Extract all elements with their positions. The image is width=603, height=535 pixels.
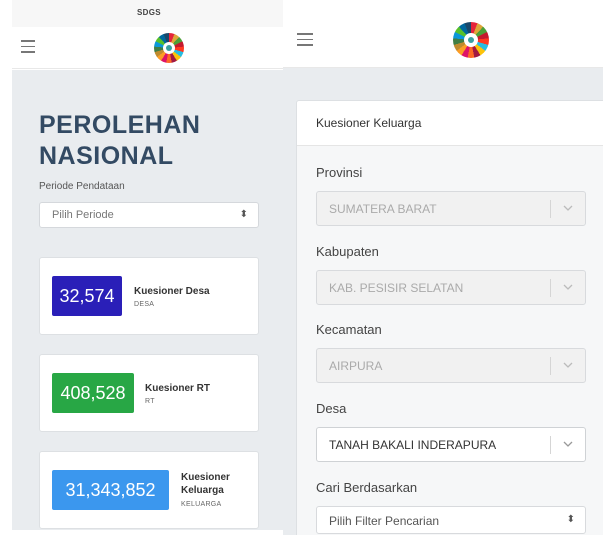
top-strip: SDGS: [12, 0, 283, 27]
periode-select-value: Pilih Periode: [52, 209, 114, 221]
header-right: [283, 10, 603, 68]
select-divider: [550, 357, 551, 375]
page: SDGS PEROLEHAN NASIONAL Periode Pendataa…: [0, 0, 603, 535]
select-divider: [550, 436, 551, 454]
stat-value-desa: 32,574: [52, 276, 122, 316]
provinsi-select[interactable]: SUMATERA BARAT: [316, 191, 586, 226]
chevron-down-icon: [563, 284, 573, 290]
provinsi-label: Provinsi: [316, 165, 363, 180]
chevron-down-icon: [563, 441, 573, 447]
form-body: Kuesioner Keluarga Provinsi SUMATERA BAR…: [283, 68, 603, 535]
stat-label-keluarga: Kuesioner Keluarga: [181, 472, 230, 496]
top-strip-right: [283, 0, 603, 10]
sdgs-logo[interactable]: [154, 33, 184, 63]
sdgs-label: SDGS: [137, 8, 161, 17]
sort-arrows-icon: ⬍: [239, 209, 248, 220]
stat-value-rt: 408,528: [52, 373, 134, 413]
stat-sub-keluarga: KELUARGA: [181, 501, 222, 508]
stat-value-keluarga: 31,343,852: [52, 470, 169, 510]
right-panel: Kuesioner Keluarga Provinsi SUMATERA BAR…: [283, 0, 603, 535]
left-panel: SDGS PEROLEHAN NASIONAL Periode Pendataa…: [12, 0, 283, 535]
filter-form: Provinsi SUMATERA BARAT Kabupaten KAB. P…: [297, 146, 603, 535]
kabupaten-select[interactable]: KAB. PESISIR SELATAN: [316, 270, 586, 305]
filter-pencarian-value: Pilih Filter Pencarian: [329, 514, 440, 528]
card-title: Kuesioner Keluarga: [297, 101, 603, 146]
stat-card-rt: 408,528 Kuesioner RT RT: [39, 354, 259, 432]
kuesioner-card: Kuesioner Keluarga Provinsi SUMATERA BAR…: [296, 100, 603, 535]
desa-label: Desa: [316, 401, 347, 416]
stat-label-desa: Kuesioner Desa: [134, 286, 210, 297]
kecamatan-label: Kecamatan: [316, 322, 382, 337]
filter-pencarian-select[interactable]: Pilih Filter Pencarian ⬍: [316, 506, 586, 534]
desa-value: TANAH BAKALI INDERAPURA: [329, 438, 497, 452]
dashboard-body: PEROLEHAN NASIONAL Periode Pendataan Pil…: [12, 70, 283, 530]
stat-value-text: 31,343,852: [65, 479, 156, 500]
chevron-down-icon: [563, 205, 573, 211]
select-divider: [550, 279, 551, 297]
stat-card-keluarga: 31,343,852 Kuesioner Keluarga KELUARGA: [39, 451, 259, 529]
provinsi-value: SUMATERA BARAT: [329, 202, 437, 216]
page-title: PEROLEHAN NASIONAL: [39, 111, 201, 170]
chevron-down-icon: [563, 362, 573, 368]
kabupaten-value: KAB. PESISIR SELATAN: [329, 281, 464, 295]
select-divider: [550, 200, 551, 218]
stat-value-text: 32,574: [59, 285, 115, 306]
header: [12, 27, 283, 69]
periode-select[interactable]: Pilih Periode ⬍: [39, 202, 259, 228]
hamburger-menu-icon[interactable]: [21, 40, 35, 53]
stat-value-text: 408,528: [60, 382, 126, 403]
hamburger-menu-icon[interactable]: [297, 33, 313, 46]
stat-card-desa: 32,574 Kuesioner Desa DESA: [39, 257, 259, 335]
periode-label: Periode Pendataan: [39, 181, 125, 192]
stat-label-rt: Kuesioner RT: [145, 383, 211, 394]
sdgs-logo[interactable]: [453, 22, 489, 58]
kabupaten-label: Kabupaten: [316, 244, 379, 259]
desa-select[interactable]: TANAH BAKALI INDERAPURA: [316, 427, 586, 462]
sort-arrows-icon: ⬍: [566, 514, 575, 525]
kecamatan-select[interactable]: AIRPURA: [316, 348, 586, 383]
stat-sub-rt: RT: [145, 398, 155, 405]
kecamatan-value: AIRPURA: [329, 359, 383, 373]
cari-berdasarkan-label: Cari Berdasarkan: [316, 480, 418, 495]
stat-sub-desa: DESA: [134, 301, 155, 308]
